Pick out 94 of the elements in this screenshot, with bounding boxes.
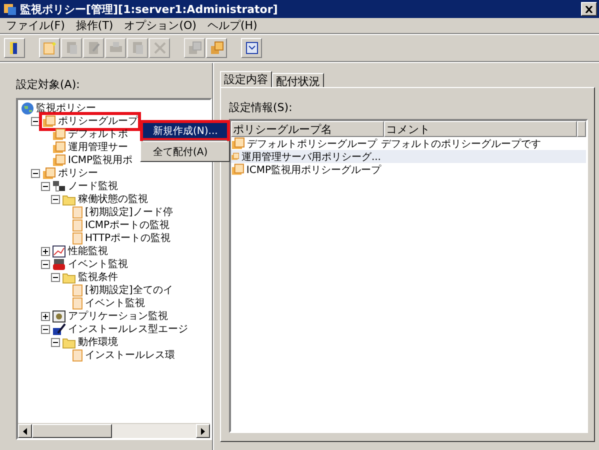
collapse-toggle[interactable] xyxy=(51,273,60,282)
tab[interactable]: 配付状況 xyxy=(272,73,324,87)
column-header[interactable]: ポリシーグループ名 xyxy=(231,121,384,137)
collapse-toggle[interactable] xyxy=(31,169,40,178)
window-icon xyxy=(246,42,258,54)
tree-item[interactable]: ノード監視 xyxy=(52,180,118,193)
pen-icon xyxy=(52,323,66,336)
table-cell-text: 運用管理サーバ用ポリシーグ... xyxy=(241,150,381,164)
app-icon xyxy=(3,2,17,16)
tree-item[interactable]: インストールレス型エージ xyxy=(52,323,188,336)
document-icon xyxy=(72,219,83,232)
table-cell-text: ICMP監視用ポリシーグループ xyxy=(246,164,381,176)
toolbar-button[interactable] xyxy=(4,38,25,58)
tree-item[interactable]: 動作環境 xyxy=(62,336,118,349)
tree-item[interactable]: アプリケーション監視 xyxy=(52,310,168,323)
tree-item[interactable]: HTTPポートの監視 xyxy=(72,232,171,245)
folder-icon xyxy=(52,128,66,141)
tree-item[interactable]: [初期設定]ノード停 xyxy=(72,206,173,219)
stack-icon xyxy=(188,41,202,55)
collapse-toggle[interactable] xyxy=(41,182,50,191)
tree-item[interactable]: インストールレス環 xyxy=(72,349,175,362)
minus-icon xyxy=(43,184,48,189)
tree-item[interactable]: 稼働状態の監視 xyxy=(62,193,148,206)
folder-icon xyxy=(42,167,56,180)
tree-item[interactable]: イベント監視 xyxy=(72,297,145,310)
application-icon xyxy=(52,310,66,323)
table-cell-text: デフォルトのポリシーグループです xyxy=(381,138,541,150)
tree-item[interactable]: 監視ポリシー xyxy=(21,102,96,115)
minus-icon xyxy=(43,262,48,267)
minus-icon xyxy=(33,171,38,176)
close-icon xyxy=(585,6,593,12)
tree-item[interactable]: 運用管理サー xyxy=(52,141,128,154)
expand-toggle[interactable] xyxy=(41,247,50,256)
edit-icon xyxy=(86,41,100,55)
menu-item[interactable]: 全て配付(A) xyxy=(143,144,227,159)
folder-icon xyxy=(42,115,56,128)
expand-toggle[interactable] xyxy=(41,312,50,321)
document-icon xyxy=(72,232,83,245)
collapse-toggle[interactable] xyxy=(51,338,60,347)
minus-icon xyxy=(53,197,58,202)
folder-icon xyxy=(52,154,66,167)
column-header[interactable]: コメント xyxy=(384,121,577,137)
document-icon xyxy=(64,41,78,55)
table-row[interactable]: 運用管理サーバ用ポリシーグ... xyxy=(231,150,586,163)
tree-item[interactable]: ICMP監視用ポ xyxy=(52,154,133,167)
left-arrow-icon[interactable] xyxy=(23,428,27,434)
horizontal-scrollbar[interactable] xyxy=(18,423,210,438)
chart-icon xyxy=(52,245,66,258)
delete-icon xyxy=(154,42,166,54)
tree-item[interactable]: 監視条件 xyxy=(62,271,118,284)
computer-icon xyxy=(52,180,66,193)
tree-item[interactable]: [初期設定]全てのイ xyxy=(72,284,173,297)
document-icon xyxy=(72,284,83,297)
new-document-icon xyxy=(42,41,56,55)
tree-item[interactable]: ポリシー xyxy=(42,167,98,180)
right-arrow-icon[interactable] xyxy=(201,428,205,434)
stack-icon xyxy=(210,41,224,55)
tree-item[interactable]: 性能監視 xyxy=(52,245,108,258)
tree-item[interactable]: デフォルトポ xyxy=(52,128,128,141)
tree-item[interactable]: ポリシーグループ xyxy=(42,115,138,128)
minus-icon xyxy=(43,327,48,332)
menu-item[interactable]: オプション(O) xyxy=(120,18,204,33)
globe-icon xyxy=(21,102,34,115)
folder-icon xyxy=(52,141,66,154)
printer-icon xyxy=(108,41,122,55)
close-button[interactable] xyxy=(581,2,597,16)
minus-icon xyxy=(53,275,58,280)
folder-icon xyxy=(62,336,76,348)
document-icon xyxy=(72,349,83,362)
settings-label: 設定情報(S): xyxy=(229,100,294,115)
menu-item[interactable]: ヘルプ(H) xyxy=(203,18,264,33)
window-title: 監視ポリシー[管理][1:server1:Administrator] xyxy=(20,2,279,16)
minus-icon xyxy=(53,340,58,345)
folder-icon xyxy=(62,194,76,206)
document-icon xyxy=(72,297,83,310)
tree-label: 設定対象(A): xyxy=(16,77,81,92)
document-icon xyxy=(130,41,144,55)
tree-item[interactable]: イベント監視 xyxy=(52,258,128,271)
collapse-toggle[interactable] xyxy=(41,325,50,334)
table-cell-text: デフォルトポリシーグループ xyxy=(247,138,377,150)
tree-item[interactable]: ICMPポートの監視 xyxy=(72,219,170,232)
tab[interactable]: 設定内容 xyxy=(220,71,272,87)
collapse-toggle[interactable] xyxy=(41,260,50,269)
plus-icon xyxy=(43,249,48,254)
menu-item[interactable]: 操作(T) xyxy=(72,18,120,33)
document-icon xyxy=(72,206,83,219)
minus-icon xyxy=(33,119,38,124)
folder-icon xyxy=(62,272,76,284)
toolbar-button[interactable] xyxy=(241,38,262,58)
collapse-toggle[interactable] xyxy=(51,195,60,204)
menu-item[interactable]: ファイル(F) xyxy=(2,18,72,33)
alarm-icon xyxy=(52,258,66,271)
plus-icon xyxy=(43,314,48,319)
menu-item[interactable]: 新規作成(N)... xyxy=(143,123,227,138)
